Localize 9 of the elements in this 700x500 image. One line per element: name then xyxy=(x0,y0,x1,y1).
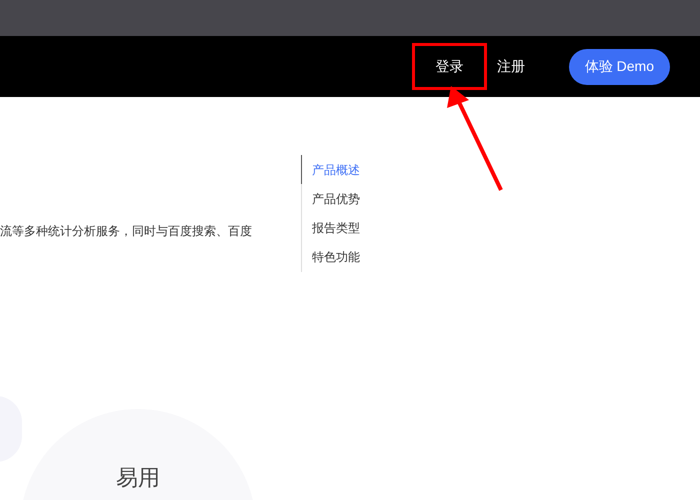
intro-paragraph: 流等多种统计分析服务，同时与百度搜索、百度 xyxy=(0,223,253,240)
toc-item[interactable]: 产品优势 xyxy=(301,184,360,213)
nav-link[interactable]: 注册 xyxy=(488,46,533,87)
toc-item[interactable]: 报告类型 xyxy=(301,213,360,242)
feature-title: 易用 xyxy=(116,464,160,491)
toc-item[interactable]: 特色功能 xyxy=(301,242,360,271)
demo-button[interactable]: 体验 Demo xyxy=(568,48,670,84)
toc-item[interactable]: 产品概述 xyxy=(301,155,360,184)
nav-link[interactable]: 登录 xyxy=(412,43,487,90)
